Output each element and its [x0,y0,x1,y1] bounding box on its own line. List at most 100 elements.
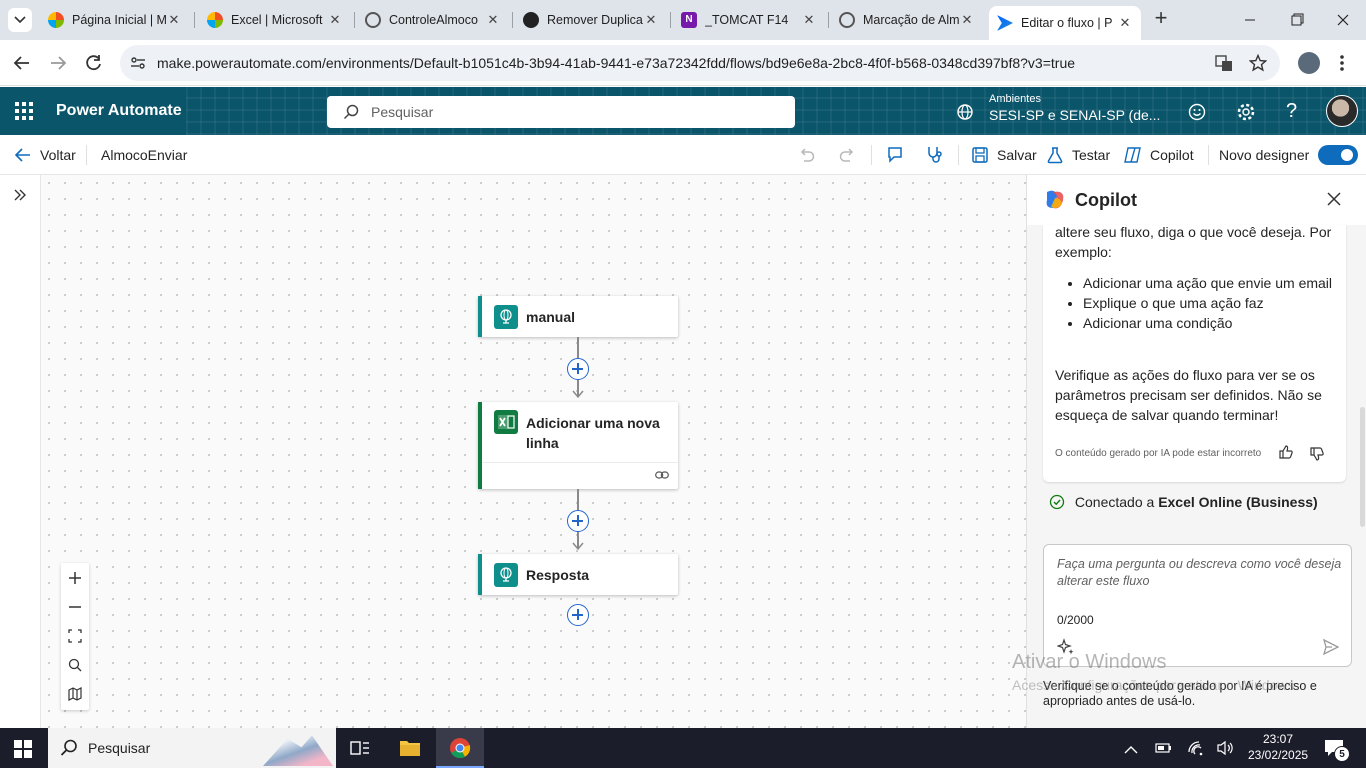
expand-panel-button[interactable] [12,187,28,208]
help-button[interactable]: ? [1286,100,1297,123]
thumbs-down-button[interactable] [1309,446,1325,467]
settings-button[interactable] [1235,101,1257,128]
browser-tab[interactable]: Remover Duplica ✕ [515,6,667,34]
close-icon[interactable]: ✕ [801,12,817,28]
browser-tab[interactable]: Página Inicial | M ✕ [40,6,190,34]
test-button[interactable]: Testar [1046,135,1110,175]
arrow-right-icon [51,56,67,70]
browser-tab[interactable]: N _TOMCAT F14 ✕ [673,6,825,34]
taskbar-search[interactable]: Pesquisar [48,728,336,768]
search-canvas-button[interactable] [61,651,89,679]
battery-indicator[interactable] [1155,741,1173,760]
browser-toolbar: make.powerautomate.com/environments/Defa… [0,40,1366,86]
star-icon[interactable] [1249,54,1267,72]
redo-icon [839,148,854,162]
app-name[interactable]: Power Automate [56,102,182,120]
show-hidden-icons-button[interactable] [1124,742,1138,760]
browser-tab[interactable]: Excel | Microsoft ✕ [199,6,351,34]
action-node-add-row[interactable]: Adicionar uma nova linha [478,402,678,489]
profile-avatar[interactable] [1298,52,1320,74]
add-step-button[interactable] [567,358,589,380]
wifi-indicator[interactable] [1187,740,1205,761]
address-bar[interactable]: make.powerautomate.com/environments/Defa… [120,45,1280,81]
speaker-icon [1217,740,1233,756]
copilot-prompt-input[interactable]: Faça uma pergunta ou descreva como você … [1043,544,1352,667]
feedback-button[interactable] [1187,102,1207,127]
back-button[interactable]: Voltar [14,135,76,175]
minimize-button[interactable] [1236,10,1264,30]
copilot-button[interactable]: Copilot [1123,135,1194,175]
chrome-taskbar-button[interactable] [436,728,484,768]
clock[interactable]: 23:07 23/02/2025 [1248,731,1308,763]
notifications-button[interactable]: 5 [1324,738,1350,763]
power-automate-icon [997,15,1013,31]
node-accent-bar [478,296,482,337]
back-label: Voltar [40,147,76,163]
forward-nav-button[interactable] [48,53,68,78]
start-button[interactable] [14,740,32,763]
zoom-in-button[interactable] [61,564,89,592]
close-icon[interactable]: ✕ [166,12,182,28]
add-step-button[interactable] [567,604,589,626]
send-icon [1322,638,1340,656]
restore-button[interactable] [1283,10,1311,30]
add-step-button[interactable] [567,510,589,532]
environment-icon [957,104,973,120]
close-copilot-button[interactable] [1327,192,1341,211]
browser-tab[interactable]: ControleAlmoco ✕ [357,6,509,34]
new-designer-toggle[interactable] [1318,145,1358,165]
thumbs-up-button[interactable] [1278,444,1294,465]
notification-badge: 5 [1334,746,1350,762]
user-avatar[interactable] [1326,95,1358,127]
copilot-icon [1124,147,1141,163]
taskbar-search-label: Pesquisar [88,740,151,756]
url-text: make.powerautomate.com/environments/Defa… [157,55,1076,71]
zoom-controls [61,563,89,710]
send-button[interactable] [1322,638,1340,661]
environment-picker[interactable]: Ambientes SESI-SP e SENAI-SP (de... [956,93,1160,129]
app-launcher-button[interactable] [14,101,34,126]
zoom-out-button[interactable] [61,593,89,621]
tab-title: Excel | Microsoft [231,13,323,27]
fit-view-button[interactable] [61,622,89,650]
trigger-node-manual[interactable]: manual [478,296,678,337]
activation-watermark-title: Ativar o Windows [1012,651,1167,673]
volume-indicator[interactable] [1217,740,1235,761]
smiley-icon [1188,103,1206,121]
scrollbar[interactable] [1360,407,1365,527]
task-view-button[interactable] [350,739,370,762]
back-nav-button[interactable] [12,53,32,78]
browser-tab-active[interactable]: Editar o fluxo | P ✕ [989,6,1141,40]
clock-time: 23:07 [1262,732,1294,746]
reload-button[interactable] [84,53,104,78]
close-icon[interactable]: ✕ [643,12,659,28]
connection-status: Conectado a Excel Online (Business) [1049,494,1318,510]
connected-service: Excel Online (Business) [1158,494,1318,510]
new-tab-button[interactable]: + [1150,7,1172,30]
close-icon[interactable]: ✕ [1117,15,1133,31]
close-icon[interactable]: ✕ [485,12,501,28]
close-icon[interactable]: ✕ [327,12,343,28]
close-icon[interactable]: ✕ [959,12,975,28]
browser-menu-button[interactable] [1338,53,1346,73]
excel-icon [494,410,518,434]
tab-title: Editar o fluxo | P [1021,16,1113,30]
site-settings-icon[interactable] [130,55,146,71]
browser-tab[interactable]: Marcação de Alm ✕ [831,6,983,34]
minimap-button[interactable] [61,680,89,708]
search-input[interactable]: Pesquisar [327,96,795,128]
comments-button[interactable] [886,135,906,175]
translate-icon[interactable] [1215,54,1233,72]
file-explorer-button[interactable] [399,738,421,763]
flow-checker-button[interactable] [925,135,945,175]
close-window-button[interactable] [1329,10,1357,30]
copilot-icon [48,12,64,28]
tab-title: ControleAlmoco [389,13,478,27]
redo-button[interactable] [838,135,856,175]
action-node-response[interactable]: Resposta [478,554,678,595]
tab-search-button[interactable] [8,8,32,32]
flow-name[interactable]: AlmocoEnviar [101,135,187,175]
globe-icon [365,12,381,28]
save-button[interactable]: Salvar [971,135,1037,175]
undo-button[interactable] [798,135,816,175]
